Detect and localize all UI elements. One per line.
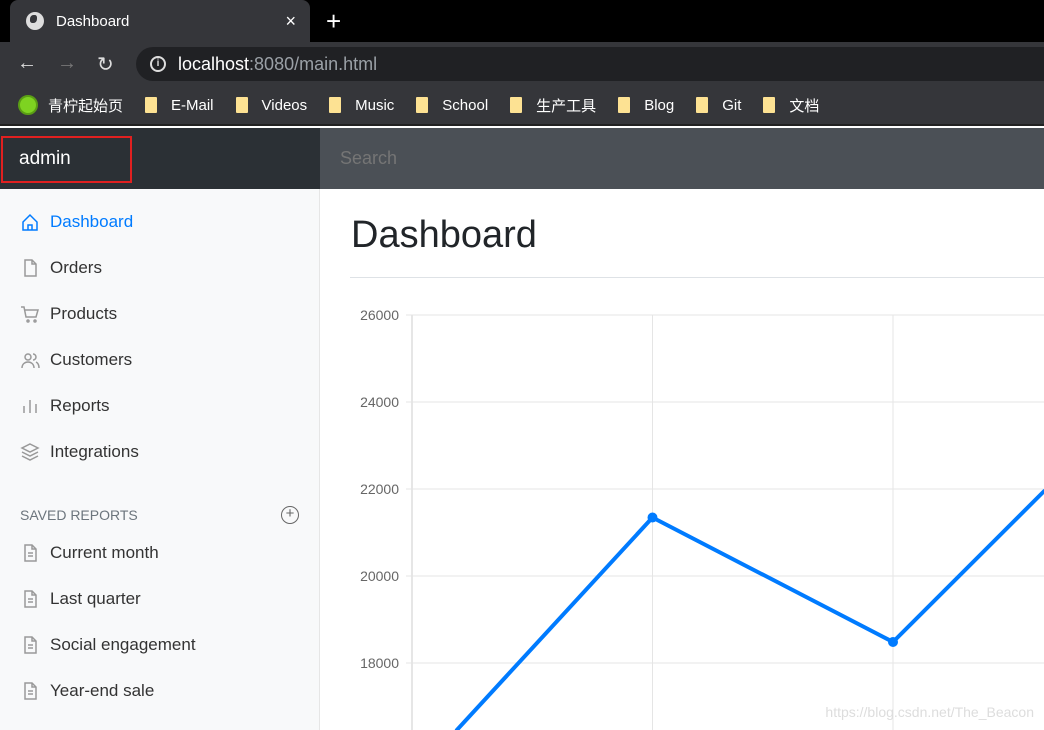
bookmark[interactable]: Music — [329, 97, 394, 114]
sidebar-item-label: Orders — [50, 258, 102, 277]
watermark: https://blog.csdn.net/The_Beacon — [825, 704, 1034, 720]
bookmark[interactable]: 青柠起始页 — [18, 95, 123, 116]
bookmark-label: Git — [722, 96, 742, 114]
file-icon — [24, 259, 37, 277]
lime-icon — [18, 95, 38, 115]
browser-toolbar: ← → ↻ i localhost:8080/main.html — [0, 42, 1044, 86]
sidebar-item-dashboard[interactable]: Dashboard — [20, 212, 133, 232]
sidebar-item-products[interactable]: Products — [20, 304, 117, 324]
reload-icon[interactable]: ↻ — [97, 52, 114, 77]
folder-icon — [618, 97, 631, 113]
tab-title: Dashboard — [56, 12, 130, 30]
folder-icon — [510, 97, 523, 113]
line-chart: 18000 20000 22000 24000 26000 — [360, 307, 1044, 730]
y-tick-label: 20000 — [360, 568, 399, 584]
sidebar-item-current-month[interactable]: Current month — [20, 543, 159, 563]
layers-icon — [20, 443, 40, 461]
bookmark[interactable]: Git — [696, 97, 741, 114]
url-host: localhost — [178, 53, 250, 74]
highlight-box — [1, 136, 132, 183]
page-title: Dashboard — [351, 214, 537, 256]
sidebar-item-label: Integrations — [50, 442, 139, 461]
y-tick-label: 26000 — [360, 307, 399, 323]
series-line-segment — [650, 515, 895, 644]
bookmark-label: Blog — [644, 96, 675, 114]
series-line-segment — [891, 489, 1044, 644]
data-point[interactable] — [888, 636, 898, 647]
file-text-icon — [24, 682, 37, 700]
bookmark-label: School — [442, 96, 489, 114]
browser-tab[interactable]: Dashboard × — [10, 0, 310, 42]
folder-icon — [763, 97, 776, 113]
sidebar-item-label: Customers — [50, 350, 133, 369]
file-text-icon — [24, 544, 37, 562]
sidebar-item-integrations[interactable]: Integrations — [20, 442, 139, 462]
folder-icon — [145, 97, 158, 113]
y-tick-label: 22000 — [360, 481, 399, 497]
bookmark-label: 生产工具 — [536, 97, 597, 115]
close-tab-icon[interactable]: × — [285, 11, 296, 32]
home-icon — [22, 213, 38, 231]
saved-reports-heading: SAVED REPORTS — [20, 507, 138, 523]
folder-icon — [416, 97, 429, 113]
bar-chart-icon — [23, 400, 37, 413]
sidebar-item-reports[interactable]: Reports — [20, 396, 110, 416]
sidebar-item-last-quarter[interactable]: Last quarter — [20, 589, 141, 609]
search-input[interactable] — [320, 128, 1044, 189]
sidebar-item-label: Social engagement — [50, 635, 196, 654]
y-tick-label: 18000 — [360, 655, 399, 671]
back-icon[interactable]: ← — [17, 52, 37, 75]
bookmark[interactable]: Blog — [618, 97, 674, 114]
new-tab-button[interactable]: + — [326, 6, 341, 37]
bookmark-label: 文档 — [789, 97, 820, 115]
sidebar-item-label: Reports — [50, 396, 110, 415]
data-point[interactable] — [647, 512, 658, 523]
bookmark[interactable]: 生产工具 — [510, 95, 596, 116]
sidebar-item-label: Current month — [50, 543, 159, 562]
bookmark[interactable]: E-Mail — [145, 97, 214, 114]
y-tick-label: 24000 — [360, 394, 399, 410]
sidebar: SAVED REPORTS + Dashboard Orders Products C… — [0, 189, 320, 730]
top-navbar: admin — [0, 128, 1044, 189]
bookmark[interactable]: School — [416, 97, 488, 114]
sidebar-item-label: Products — [50, 304, 118, 323]
tab-strip: Dashboard × + — [0, 0, 1044, 42]
file-text-icon — [24, 636, 37, 654]
bookmark-label: Videos — [261, 96, 308, 114]
info-icon[interactable]: i — [150, 56, 166, 72]
users-icon — [21, 353, 40, 369]
cart-icon — [21, 306, 39, 323]
sidebar-item-customers[interactable]: Customers — [20, 350, 132, 370]
address-bar[interactable]: i localhost:8080/main.html — [136, 47, 1044, 81]
globe-icon — [26, 12, 44, 30]
sidebar-item-label: Dashboard — [50, 212, 134, 231]
sidebar-item-orders[interactable]: Orders — [20, 258, 102, 278]
add-report-icon[interactable]: + — [281, 506, 299, 524]
bookmark-label: Music — [355, 96, 395, 114]
bookmarks-bar: 青柠起始页 E-Mail Videos Music School 生产工具 Blog Git 文… — [0, 86, 1044, 126]
series-line-segment — [454, 515, 655, 730]
sidebar-item-label: Year-end sale — [50, 681, 155, 700]
file-text-icon — [24, 590, 37, 608]
divider — [350, 277, 1044, 278]
folder-icon — [235, 97, 248, 113]
folder-icon — [696, 97, 709, 113]
folder-icon — [329, 97, 342, 113]
bookmark-label: 青柠起始页 — [48, 97, 124, 115]
url-path: :8080/main.html — [249, 53, 378, 74]
bookmark[interactable]: Videos — [235, 96, 308, 114]
sidebar-item-year-end-sale[interactable]: Year-end sale — [20, 681, 154, 701]
sidebar-item-social-engagement[interactable]: Social engagement — [20, 635, 196, 655]
bookmark-label: E-Mail — [171, 96, 214, 114]
bookmark[interactable]: 文档 — [763, 95, 819, 116]
sidebar-item-label: Last quarter — [50, 589, 141, 608]
forward-icon[interactable]: → — [57, 52, 77, 75]
